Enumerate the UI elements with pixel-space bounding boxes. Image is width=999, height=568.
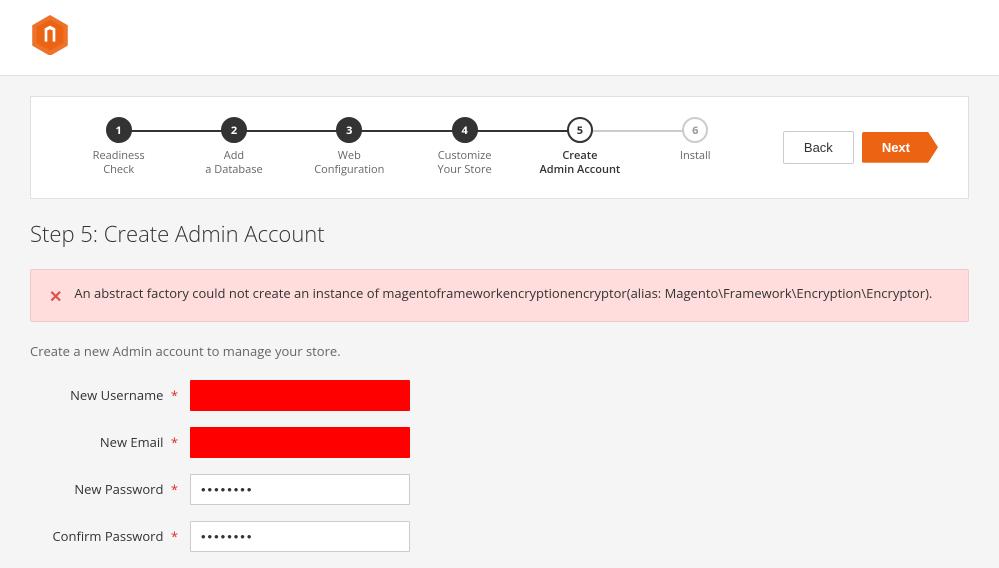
step-2-circle: 2: [221, 117, 247, 143]
password-input[interactable]: [190, 474, 410, 505]
header: [0, 0, 999, 76]
username-group: New Username *: [30, 380, 969, 411]
step-1: 1 ReadinessCheck: [61, 117, 176, 178]
step-2-label: Adda Database: [205, 149, 262, 178]
step-4-circle: 4: [452, 117, 478, 143]
confirm-password-required: *: [171, 527, 178, 545]
password-label: New Password *: [30, 480, 190, 498]
step-5-circle: 5: [567, 117, 593, 143]
form-description: Create a new Admin account to manage you…: [30, 342, 969, 360]
step-5-label: CreateAdmin Account: [540, 149, 621, 178]
error-icon: ✕: [49, 285, 62, 307]
next-button[interactable]: Next: [862, 132, 938, 163]
step-6-circle: 6: [682, 117, 708, 143]
confirm-password-group: Confirm Password *: [30, 521, 969, 552]
wizard-bar: 1 ReadinessCheck 2 Adda Database 3 WebCo…: [30, 96, 969, 199]
step-4: 4 CustomizeYour Store: [407, 117, 522, 178]
confirm-password-input[interactable]: [190, 521, 410, 552]
main-content: Step 5: Create Admin Account ✕ An abstra…: [30, 219, 969, 552]
wizard-buttons: Back Next: [783, 131, 938, 164]
step-1-circle: 1: [106, 117, 132, 143]
page-wrapper: 1 ReadinessCheck 2 Adda Database 3 WebCo…: [0, 0, 999, 552]
step-6: 6 Install: [638, 117, 753, 163]
step-3: 3 WebConfiguration: [292, 117, 407, 178]
error-text: An abstract factory could not create an …: [74, 284, 932, 304]
step-3-circle: 3: [336, 117, 362, 143]
magento-logo: [30, 15, 70, 55]
error-alert: ✕ An abstract factory could not create a…: [30, 269, 969, 322]
email-label: New Email *: [30, 433, 190, 451]
steps-container: 1 ReadinessCheck 2 Adda Database 3 WebCo…: [61, 117, 753, 178]
email-input[interactable]: [190, 427, 410, 458]
password-required: *: [171, 480, 178, 498]
step-4-label: CustomizeYour Store: [438, 149, 492, 178]
step-6-label: Install: [680, 149, 711, 163]
step-5: 5 CreateAdmin Account: [522, 117, 637, 178]
step-3-label: WebConfiguration: [314, 149, 384, 178]
step-title: Step 5: Create Admin Account: [30, 219, 969, 249]
back-button[interactable]: Back: [783, 131, 854, 164]
email-required: *: [171, 433, 178, 451]
step-1-label: ReadinessCheck: [93, 149, 145, 178]
password-group: New Password *: [30, 474, 969, 505]
step-2: 2 Adda Database: [176, 117, 291, 178]
email-group: New Email *: [30, 427, 969, 458]
username-label: New Username *: [30, 386, 190, 404]
username-input[interactable]: [190, 380, 410, 411]
username-required: *: [171, 386, 178, 404]
confirm-password-label: Confirm Password *: [30, 527, 190, 545]
